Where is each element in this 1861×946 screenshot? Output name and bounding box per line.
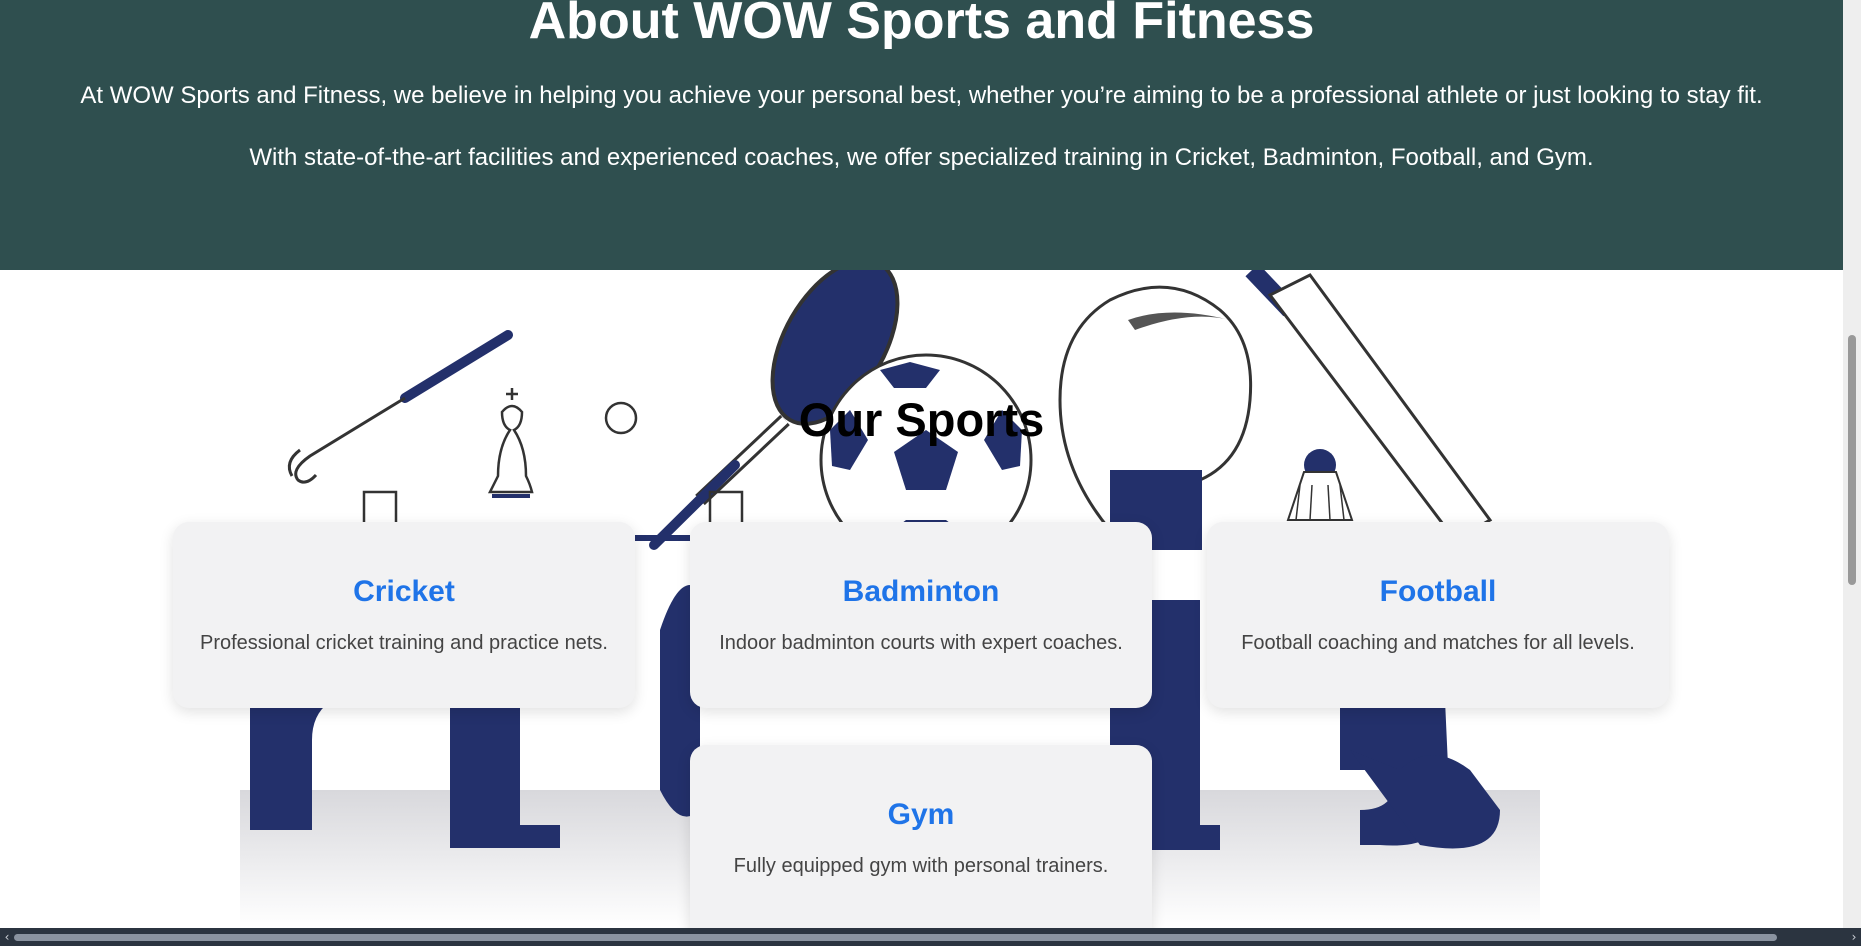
sport-card-cricket[interactable]: Cricket Professional cricket training an… bbox=[173, 522, 635, 708]
sport-card-description: Professional cricket training and practi… bbox=[200, 632, 608, 654]
sports-section: Our Sports Cricket Professional cricket … bbox=[0, 270, 1843, 928]
sport-card-badminton[interactable]: Badminton Indoor badminton courts with e… bbox=[690, 522, 1152, 708]
sport-card-title: Gym bbox=[887, 798, 955, 831]
page-viewport: About WOW Sports and Fitness At WOW Spor… bbox=[0, 0, 1843, 928]
about-title: About WOW Sports and Fitness bbox=[528, 0, 1315, 50]
vertical-scrollbar[interactable] bbox=[1843, 0, 1861, 928]
sport-card-description: Indoor badminton courts with expert coac… bbox=[719, 632, 1123, 654]
sport-card-title: Football bbox=[1379, 575, 1497, 608]
about-section: About WOW Sports and Fitness At WOW Spor… bbox=[0, 0, 1843, 270]
scroll-right-arrow-icon[interactable]: › bbox=[1847, 928, 1861, 946]
shuttlecock-icon bbox=[1286, 449, 1354, 521]
sport-card-description: Football coaching and matches for all le… bbox=[1241, 632, 1635, 654]
sport-card-title: Cricket bbox=[353, 575, 455, 608]
about-paragraph-1: At WOW Sports and Fitness, we believe in… bbox=[80, 82, 1763, 109]
about-paragraph-2: With state-of-the-art facilities and exp… bbox=[249, 144, 1594, 171]
horizontal-scrollbar-thumb[interactable] bbox=[14, 934, 1777, 941]
sport-card-gym[interactable]: Gym Fully equipped gym with personal tra… bbox=[690, 745, 1152, 928]
sport-card-description: Fully equipped gym with personal trainer… bbox=[733, 855, 1109, 877]
sports-section-title: Our Sports bbox=[798, 393, 1045, 446]
sport-card-football[interactable]: Football Football coaching and matches f… bbox=[1207, 522, 1669, 708]
horizontal-scrollbar[interactable]: ‹ › bbox=[0, 928, 1861, 946]
vertical-scrollbar-thumb[interactable] bbox=[1848, 335, 1856, 585]
scroll-left-arrow-icon[interactable]: ‹ bbox=[0, 928, 14, 946]
sport-card-title: Badminton bbox=[842, 575, 1000, 608]
